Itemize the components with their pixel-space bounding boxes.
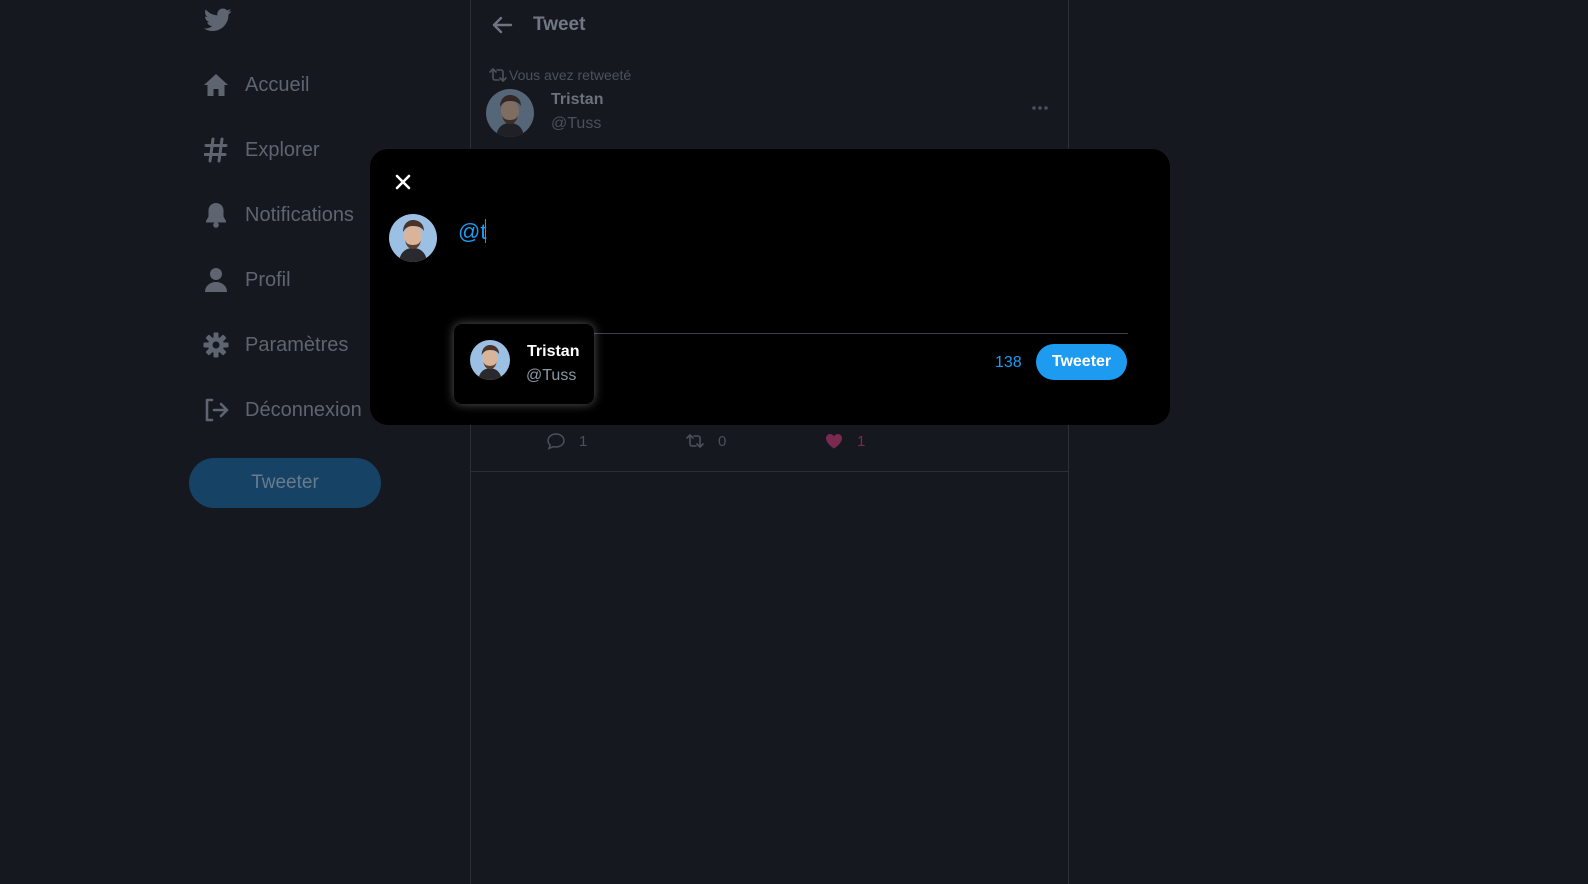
sidebar: Accueil Explorer Notifications Profil Pa: [189, 0, 450, 884]
user-icon: [202, 266, 230, 294]
compose-text: @t: [458, 219, 487, 244]
twitter-bird-icon[interactable]: [203, 8, 232, 32]
close-icon[interactable]: [394, 173, 412, 191]
sidebar-item-label: Déconnexion: [245, 398, 362, 421]
home-icon: [202, 71, 230, 99]
retweet-icon: [686, 432, 704, 450]
mention-suggestion[interactable]: Tristan @Tuss: [454, 324, 594, 404]
sidebar-tweet-button[interactable]: Tweeter: [189, 458, 381, 508]
hashtag-icon: [202, 136, 230, 164]
suggestion-avatar: [470, 340, 510, 380]
retweet-count: 0: [718, 432, 727, 450]
sidebar-item-label: Profil: [245, 268, 291, 291]
more-options-icon[interactable]: [1031, 98, 1049, 110]
app-page: Accueil Explorer Notifications Profil Pa: [0, 0, 1588, 884]
sidebar-item-label: Notifications: [245, 203, 354, 226]
tweet-actions: 1 0 1: [471, 430, 1068, 472]
back-arrow-icon[interactable]: [491, 14, 513, 36]
heart-icon: [825, 432, 843, 450]
reply-action[interactable]: 1: [547, 430, 587, 452]
reply-icon: [547, 432, 565, 450]
sidebar-item-label: Paramètres: [245, 333, 349, 356]
logout-icon: [202, 396, 230, 424]
retweet-note: Vous avez retweeté: [489, 67, 631, 83]
gear-icon: [202, 331, 230, 359]
retweet-action[interactable]: 0: [686, 430, 726, 452]
sidebar-item-accueil[interactable]: Accueil: [202, 63, 432, 107]
retweet-small-icon: [489, 68, 507, 82]
sidebar-item-label: Explorer: [245, 138, 320, 161]
like-action[interactable]: 1: [825, 430, 865, 452]
post-author-name[interactable]: Tristan: [551, 91, 603, 109]
submit-tweet-button[interactable]: Tweeter: [1036, 344, 1127, 380]
text-caret: [485, 219, 487, 243]
suggestion-handle: @Tuss: [526, 367, 577, 384]
page-title: Tweet: [533, 14, 586, 35]
like-count: 1: [857, 432, 866, 450]
bell-icon: [202, 201, 230, 229]
post-author-handle: @Tuss: [551, 115, 602, 132]
char-counter: 138: [995, 354, 1022, 371]
main-column: Tweet Vous avez retweeté Tristan @Tuss 1: [470, 0, 1069, 884]
sidebar-item-label: Accueil: [245, 73, 310, 96]
suggestion-name: Tristan: [527, 343, 580, 360]
compose-text-input[interactable]: @t: [458, 219, 487, 245]
retweet-note-text: Vous avez retweeté: [509, 67, 632, 83]
compose-avatar: [389, 214, 437, 262]
post-avatar[interactable]: [486, 89, 534, 137]
reply-count: 1: [579, 432, 588, 450]
